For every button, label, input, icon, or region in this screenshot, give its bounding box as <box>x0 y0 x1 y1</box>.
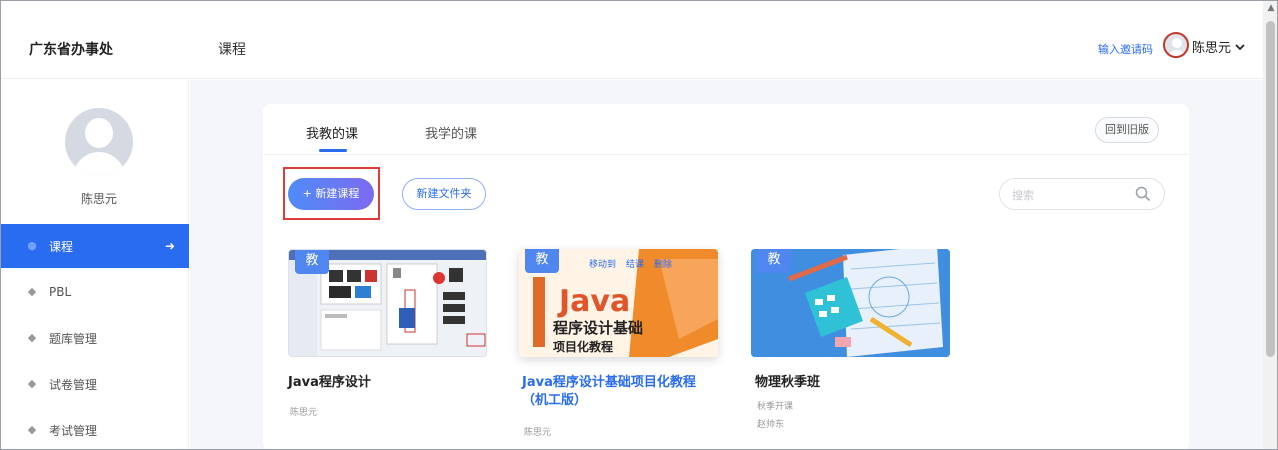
finish-course-button[interactable]: 结课 <box>626 257 644 270</box>
book-icon: ● <box>27 239 37 252</box>
sidebar-avatar <box>65 108 133 176</box>
cover-line-2: 项目化教程 <box>553 339 613 354</box>
course-cover-image[interactable]: 教 <box>288 249 487 357</box>
search-input[interactable] <box>1012 185 1132 205</box>
divider <box>263 154 1189 155</box>
chevron-down-icon <box>1235 43 1245 50</box>
breadcrumb: 课程 <box>218 42 246 58</box>
graduation-cap-icon: ◆ <box>27 377 37 390</box>
user-name: 陈思元 <box>1192 41 1232 56</box>
org-name: 广东省办事处 <box>29 42 113 58</box>
new-folder-button[interactable]: 新建文件夹 <box>402 178 486 210</box>
delete-button[interactable]: 删除 <box>654 257 672 270</box>
teacher-badge: 教 <box>757 249 791 273</box>
invite-code-link[interactable]: 输入邀请码 <box>1098 41 1153 57</box>
sidebar-item-pbl[interactable]: ◆ PBL <box>1 270 189 314</box>
scrollbar-thumb[interactable] <box>1266 21 1275 357</box>
search-box <box>999 178 1165 210</box>
tab-learning[interactable]: 我学的课 <box>425 123 477 142</box>
course-title[interactable]: Java程序设计 <box>288 371 371 390</box>
course-title[interactable]: Java程序设计基础项目化教程 <box>522 371 696 390</box>
sidebar-item-courses[interactable]: ● 课程 ➜ <box>1 224 189 268</box>
sidebar-item-exams[interactable]: ◆ 考试管理 <box>1 408 189 449</box>
course-cover-image[interactable]: 教 <box>751 249 950 357</box>
back-to-old-version-button[interactable]: 回到旧版 <box>1095 117 1159 143</box>
course-term: 秋季开课 <box>757 402 794 412</box>
search-icon[interactable] <box>1134 185 1152 203</box>
move-to-button[interactable]: 移动到 <box>589 257 616 270</box>
user-menu[interactable]: 陈思元 <box>1192 37 1245 56</box>
top-header: 广东省办事处 课程 输入邀请码 陈思元 <box>1 1 1263 79</box>
vertical-scrollbar[interactable]: ▲ <box>1263 1 1277 449</box>
graduation-cap-icon: ◆ <box>27 423 37 436</box>
avatar[interactable] <box>1163 32 1189 58</box>
sidebar-item-label: PBL <box>49 285 72 299</box>
new-course-button[interactable]: + 新建课程 <box>288 178 374 210</box>
course-card-actions: 移动到 结课 删除 <box>589 257 672 270</box>
app-window: 广东省办事处 课程 输入邀请码 陈思元 ▲ 陈思元 ● 课程 ➜ ◆ PBL ◆… <box>0 0 1278 450</box>
sidebar-item-papers[interactable]: ◆ 试卷管理 <box>1 362 189 406</box>
sidebar-item-label: 课程 <box>49 239 74 254</box>
teacher-badge: 教 <box>525 249 559 273</box>
sidebar-item-label: 题库管理 <box>49 331 98 346</box>
course-teacher: 陈思元 <box>524 428 552 438</box>
sidebar-item-label: 考试管理 <box>49 423 98 438</box>
course-title[interactable]: 物理秋季班 <box>755 371 820 390</box>
course-title-line-2[interactable]: （机工版） <box>522 389 587 408</box>
cover-big-text: Java <box>557 284 630 319</box>
cover-line-1: 程序设计基础 <box>553 319 643 337</box>
active-tab-indicator <box>319 149 347 152</box>
sidebar-item-label: 试卷管理 <box>49 377 98 392</box>
sidebar-user-name: 陈思元 <box>80 192 117 206</box>
scroll-up-arrow-icon[interactable]: ▲ <box>1263 3 1277 17</box>
teacher-badge: 教 <box>295 250 329 274</box>
graduation-cap-icon: ◆ <box>27 331 37 344</box>
sidebar: 陈思元 ● 课程 ➜ ◆ PBL ◆ 题库管理 ◆ 试卷管理 ◆ 考试管理 <box>1 80 189 449</box>
sidebar-item-question-bank[interactable]: ◆ 题库管理 <box>1 316 189 360</box>
graduation-cap-icon: ◆ <box>27 285 37 298</box>
tab-teaching[interactable]: 我教的课 <box>306 123 358 142</box>
arrow-right-icon: ➜ <box>164 239 175 253</box>
course-teacher: 赵帅东 <box>757 420 785 430</box>
course-teacher: 陈思元 <box>290 408 318 418</box>
